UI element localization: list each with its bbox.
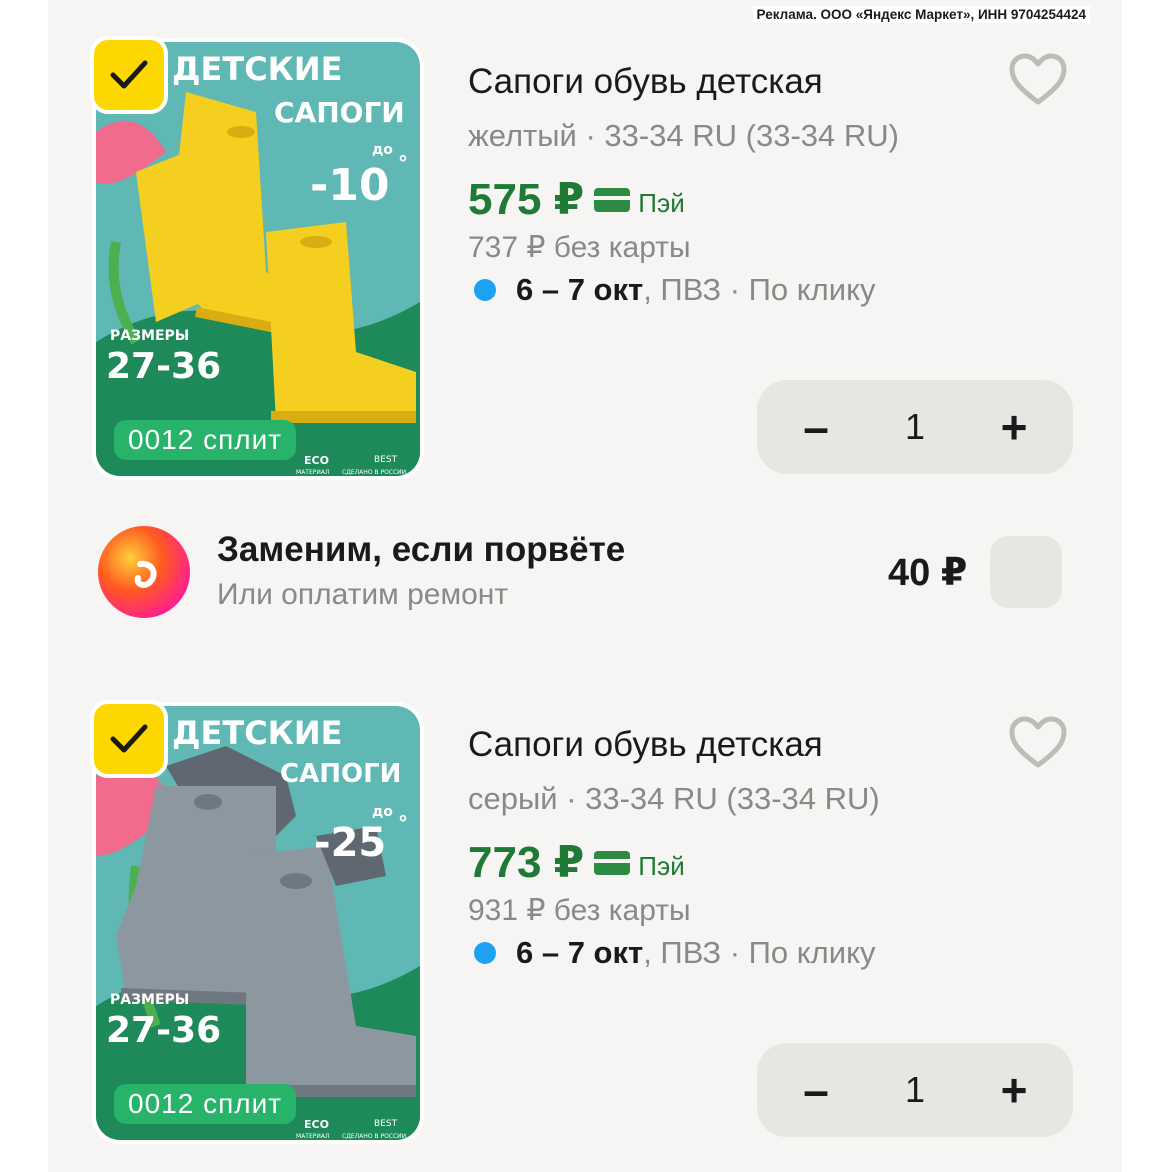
- svg-text:°: °: [398, 151, 408, 175]
- increase-button[interactable]: +: [991, 404, 1037, 450]
- image-eco: ECO: [304, 454, 329, 467]
- image-heading-1: ДЕТСКИЕ: [172, 714, 342, 752]
- image-sizes-label: РАЗМЕРЫ: [110, 328, 189, 344]
- svg-text:°: °: [398, 811, 408, 835]
- heart-icon[interactable]: [1008, 52, 1068, 106]
- delivery-date: 6 – 7 окт: [516, 935, 644, 970]
- card-icon: [594, 850, 631, 875]
- image-brand-sub: СДЕЛАНО В РОССИИ: [342, 469, 406, 476]
- increase-button[interactable]: +: [991, 1067, 1037, 1113]
- quantity-value: 1: [904, 406, 926, 447]
- insurance-price: 40 ₽: [888, 552, 968, 594]
- insurance-title: Заменим, если порвёте: [217, 530, 626, 569]
- product-image[interactable]: ДЕТСКИЕ САПОГИ до -10 ° РАЗМЕРЫ 27-36 EC…: [90, 36, 424, 480]
- image-brand-sub: СДЕЛАНО В РОССИИ: [342, 1133, 406, 1140]
- heart-icon[interactable]: [1008, 715, 1068, 769]
- delivery-dot-icon: [474, 279, 496, 301]
- delivery-method: , ПВЗ · По клику: [643, 935, 876, 970]
- product-variant: желтый · 33-34 RU (33-34 RU): [468, 118, 899, 153]
- delivery-dot-icon: [474, 942, 496, 964]
- image-sizes-label: РАЗМЕРЫ: [110, 992, 189, 1008]
- insurance-logo-icon: [98, 526, 190, 618]
- image-discount-prefix: до: [372, 804, 393, 820]
- checkmark-icon: [110, 724, 148, 753]
- image-discount-prefix: до: [372, 142, 393, 158]
- image-heading-2: САПОГИ: [274, 96, 405, 129]
- delivery-method: , ПВЗ · По клику: [643, 272, 876, 307]
- insurance-checkbox[interactable]: [990, 536, 1062, 608]
- decrease-button[interactable]: –: [793, 1067, 839, 1113]
- price-without-card: 737 ₽ без карты: [468, 231, 691, 264]
- pay-label: Пэй: [638, 851, 685, 881]
- image-brand: BEST: [374, 1119, 398, 1129]
- insurance-subtitle: Или оплатим ремонт: [217, 578, 509, 611]
- image-discount: -10: [310, 160, 390, 211]
- insurance-option: Заменим, если порвёте Или оплатим ремонт…: [0, 520, 1170, 630]
- image-eco-sub: МАТЕРИАЛ: [296, 469, 329, 476]
- checkmark-icon: [110, 60, 148, 89]
- product-image[interactable]: ДЕТСКИЕ САПОГИ до -25 ° РАЗМЕРЫ 27-36 EC…: [90, 700, 424, 1144]
- delivery-info: 6 – 7 окт , ПВЗ · По клику: [474, 272, 876, 308]
- price-row: 575 ₽ Пэй: [468, 174, 685, 225]
- image-sizes: 27-36: [106, 346, 221, 387]
- image-eco-sub: МАТЕРИАЛ: [296, 1133, 329, 1140]
- image-heading-2: САПОГИ: [280, 759, 401, 789]
- pay-label: Пэй: [638, 188, 685, 218]
- decrease-button[interactable]: –: [793, 404, 839, 450]
- split-badge: 0012 сплит: [114, 420, 297, 460]
- quantity-value: 1: [904, 1069, 926, 1110]
- image-sizes: 27-36: [106, 1010, 221, 1051]
- image-discount: -25: [314, 820, 386, 866]
- split-badge: 0012 сплит: [114, 1084, 297, 1124]
- quantity-stepper: – 1 +: [757, 1043, 1073, 1137]
- image-brand: BEST: [374, 455, 398, 465]
- quantity-stepper: – 1 +: [757, 380, 1073, 474]
- delivery-date: 6 – 7 окт: [516, 272, 644, 307]
- card-icon: [594, 187, 631, 212]
- ad-disclaimer: Реклама. ООО «Яндекс Маркет», ИНН 970425…: [752, 6, 1090, 23]
- delivery-info: 6 – 7 окт , ПВЗ · По клику: [474, 935, 876, 971]
- product-title[interactable]: Сапоги обувь детская: [468, 62, 823, 102]
- price: 773 ₽: [468, 838, 585, 887]
- product-variant: серый · 33-34 RU (33-34 RU): [468, 781, 880, 816]
- select-checkbox[interactable]: [90, 36, 168, 114]
- image-eco: ECO: [304, 1118, 329, 1131]
- price-row: 773 ₽ Пэй: [468, 837, 685, 888]
- image-heading-1: ДЕТСКИЕ: [172, 50, 342, 88]
- price: 575 ₽: [468, 175, 585, 224]
- price-without-card: 931 ₽ без карты: [468, 894, 691, 927]
- select-checkbox[interactable]: [90, 700, 168, 778]
- product-title[interactable]: Сапоги обувь детская: [468, 725, 823, 765]
